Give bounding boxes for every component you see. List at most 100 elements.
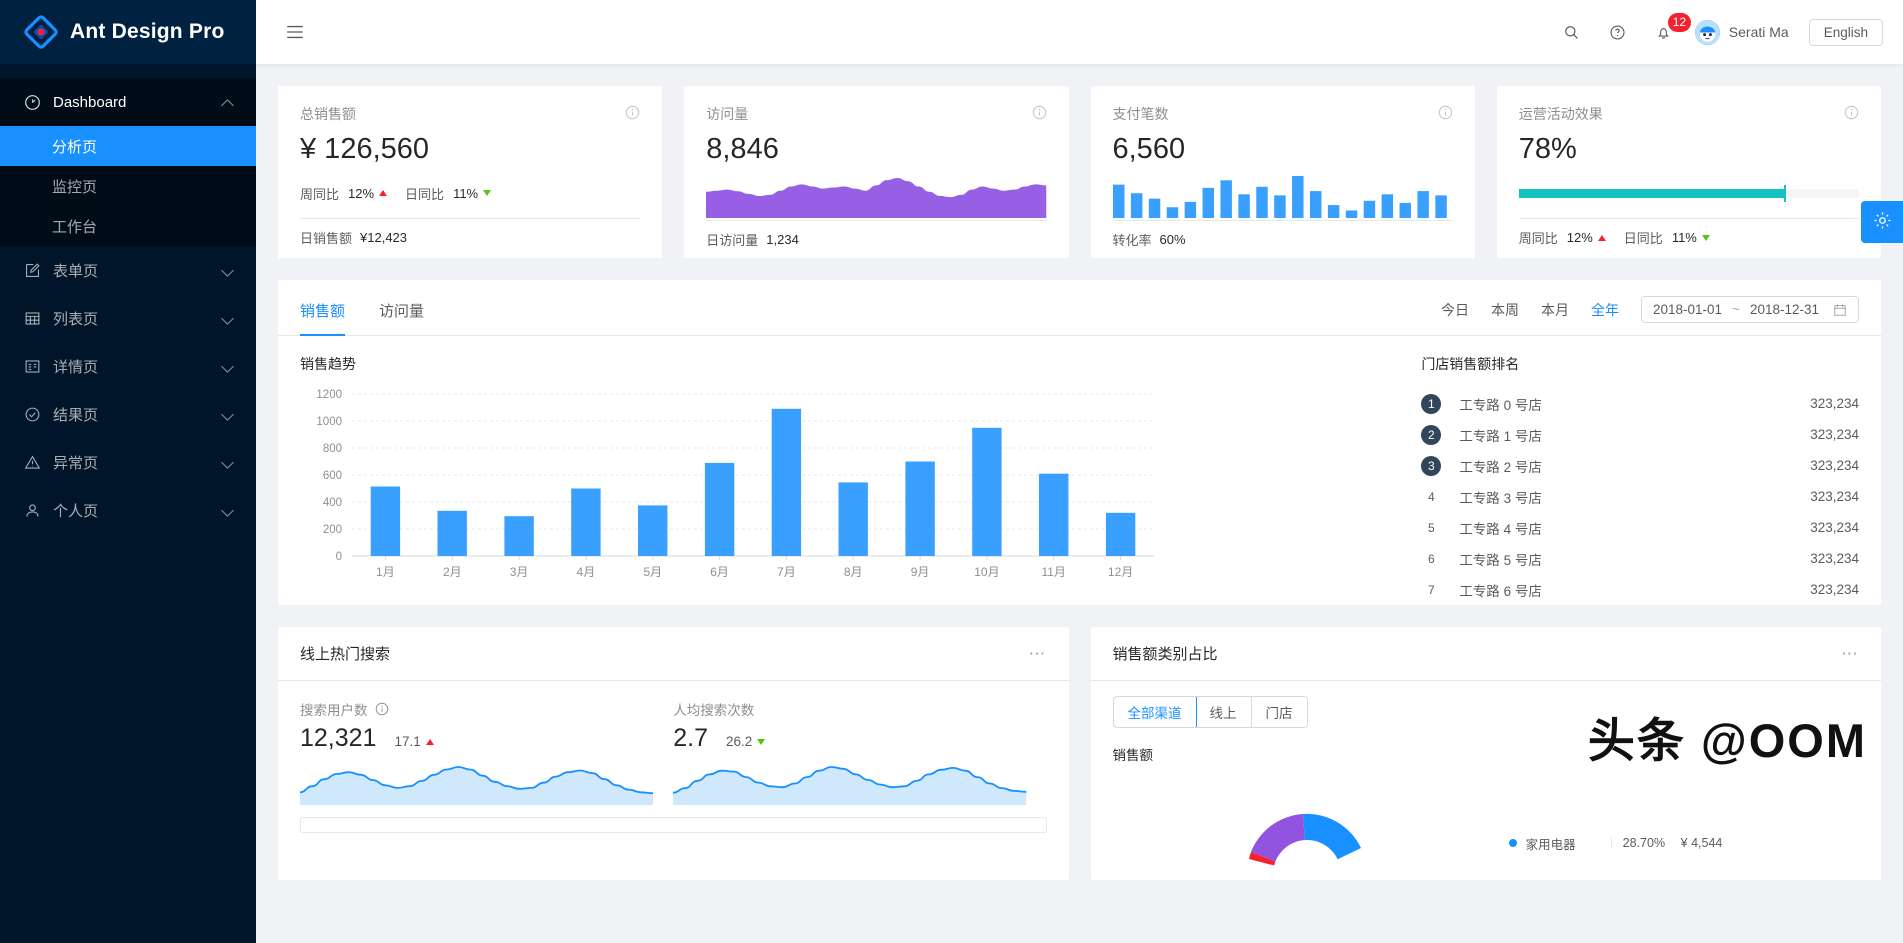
table-row[interactable]: 7 工专路 6 号店 323,234	[1421, 574, 1859, 605]
sales-bar-chart: 0 200 400 600 800 1000 1200 1月 2月 3月 4月 5月 6月 7月 8月 9月 1…	[300, 388, 1391, 588]
segment-store[interactable]: 门店	[1251, 697, 1307, 727]
card-title: 线上热门搜索	[300, 646, 391, 663]
top-header: 12 Serati Ma English	[256, 0, 1903, 64]
rank-badge: 2	[1421, 424, 1442, 445]
date-end: 2018-12-31	[1749, 302, 1819, 317]
store-value: 323,234	[1810, 396, 1859, 411]
language-button[interactable]: English	[1808, 18, 1883, 46]
table-row[interactable]: 3 工专路 2 号店 323,234	[1421, 450, 1859, 481]
sidebar-item-list[interactable]: 列表页	[0, 294, 256, 342]
store-name: 工专路 0 号店	[1459, 397, 1542, 413]
filter-today[interactable]: 今日	[1441, 300, 1469, 320]
store-name: 工专路 5 号店	[1459, 552, 1542, 568]
question-circle-icon[interactable]	[1595, 0, 1641, 64]
table-row[interactable]: 1 工专路 0 号店 323,234	[1421, 388, 1859, 419]
legend-divider	[1610, 837, 1612, 849]
search-users-sparkline	[300, 761, 654, 805]
bell-icon[interactable]: 12	[1641, 0, 1692, 64]
info-circle-icon[interactable]	[375, 702, 389, 716]
table-row[interactable]: 2 工专路 1 号店 323,234	[1421, 419, 1859, 450]
sidebar-item-form[interactable]: 表单页	[0, 246, 256, 294]
chevron-down-icon	[221, 456, 234, 469]
stat-footer: 转化率 60%	[1112, 220, 1453, 258]
sales-category-header: 销售额类别占比 ⋯	[1090, 627, 1881, 681]
trend-label: 周同比	[1518, 231, 1558, 246]
stat-card-header: 总销售额	[300, 104, 640, 124]
sidebar-item-exception[interactable]: 异常页	[0, 438, 256, 486]
sales-category-controls: 全部渠道 线上 门店	[1091, 681, 1882, 728]
trend-value: 11%	[1671, 230, 1697, 245]
panel-filters: 今日 本周 本月 全年 2018-01-01 ~ 2018-12-31	[1441, 296, 1859, 335]
svg-text:0: 0	[336, 551, 342, 563]
trend-weekly: 周同比 12%	[300, 184, 388, 203]
filter-week[interactable]: 本周	[1491, 300, 1519, 320]
segment-all-channels[interactable]: 全部渠道	[1113, 697, 1197, 727]
info-circle-icon[interactable]	[1438, 105, 1453, 123]
pie-sub-title: 销售额	[1112, 748, 1154, 763]
setting-icon	[1873, 211, 1892, 233]
table-row[interactable]: 6 工专路 5 号店 323,234	[1421, 543, 1859, 574]
info-circle-icon[interactable]	[625, 105, 640, 123]
tab-visits[interactable]: 访问量	[379, 300, 424, 335]
filter-year[interactable]: 全年	[1591, 300, 1619, 320]
stat-footer: 周同比 12% 日同比 11%	[1518, 218, 1859, 256]
sidebar-subitem-analysis[interactable]: 分析页	[0, 126, 256, 166]
metric-delta-value: 17.1	[394, 734, 421, 749]
date-range-picker[interactable]: 2018-01-01 ~ 2018-12-31	[1640, 296, 1859, 323]
stat-value: 6,560	[1112, 133, 1186, 165]
store-value: 323,234	[1810, 520, 1859, 535]
trend-value: 11%	[453, 185, 479, 201]
sidebar-item-account[interactable]: 个人页	[0, 486, 256, 534]
store-value: 323,234	[1810, 582, 1859, 597]
stat-value: 78%	[1518, 133, 1577, 165]
metric-label-row: 人均搜索次数	[673, 699, 1026, 719]
user-menu[interactable]: Serati Ma	[1687, 0, 1801, 64]
brand-logo[interactable]: Ant Design Pro	[0, 0, 256, 64]
ellipsis-icon[interactable]: ⋯	[1841, 644, 1859, 664]
table-row[interactable]: 4 工专路 3 号店 323,234	[1421, 481, 1859, 512]
info-circle-icon[interactable]	[1844, 105, 1859, 123]
warning-icon	[24, 454, 41, 471]
metric-delta-value: 26.2	[726, 734, 753, 749]
store-name: 工专路 4 号店	[1459, 521, 1542, 537]
segment-online[interactable]: 线上	[1195, 697, 1252, 727]
sidebar-menu: Dashboard 分析页 监控页 工作台 表单页 列表页 详情页 结果页 异常…	[0, 64, 256, 534]
svg-text:8月: 8月	[844, 565, 863, 579]
ant-design-logo-icon	[24, 15, 58, 49]
svg-text:4月: 4月	[577, 565, 596, 579]
progress-marker	[1784, 184, 1787, 202]
metric-label: 人均搜索次数	[673, 703, 755, 718]
svg-text:800: 800	[323, 443, 342, 455]
ellipsis-icon[interactable]: ⋯	[1029, 644, 1047, 664]
channel-segmented-control: 全部渠道 线上 门店	[1112, 696, 1308, 728]
sidebar-subitem-monitor[interactable]: 监控页	[0, 166, 256, 206]
sidebar: Ant Design Pro Dashboard 分析页 监控页 工作台 表单页…	[0, 0, 256, 943]
filter-month[interactable]: 本月	[1541, 300, 1569, 320]
sidebar-item-dashboard[interactable]: Dashboard	[0, 78, 256, 126]
tab-sales[interactable]: 销售额	[300, 300, 346, 336]
sidebar-item-result[interactable]: 结果页	[0, 390, 256, 438]
search-icon[interactable]	[1549, 0, 1595, 64]
rank-badge: 4	[1427, 489, 1435, 504]
hot-search-metrics: 搜索用户数 12,321 17.1 人均搜索次数 2.7 26.2	[300, 699, 1047, 805]
trend-label: 周同比	[300, 186, 340, 202]
store-value: 323,234	[1810, 489, 1859, 504]
rank-badge: 3	[1421, 455, 1442, 476]
stat-value: 8,846	[706, 133, 779, 165]
stat-trends: 周同比 12% 日同比 11%	[300, 170, 640, 216]
sidebar-subitem-label: 工作台	[52, 218, 98, 236]
store-value: 323,234	[1810, 427, 1859, 442]
panel-tabs-bar: 销售额 访问量 今日 本周 本月 全年 2018-01-01 ~ 2018-12…	[278, 280, 1881, 336]
trend-daily: 日同比 11%	[1624, 228, 1710, 247]
sidebar-item-profile[interactable]: 详情页	[0, 342, 256, 390]
sidebar-subitem-workplace[interactable]: 工作台	[0, 206, 256, 246]
header-actions: 12 Serati Ma English	[1549, 0, 1903, 64]
hot-search-body: 搜索用户数 12,321 17.1 人均搜索次数 2.7 26.2	[278, 681, 1069, 851]
svg-text:1200: 1200	[316, 389, 342, 401]
menu-fold-icon[interactable]	[278, 15, 312, 49]
table-row[interactable]: 5 工专路 4 号店 323,234	[1421, 512, 1859, 543]
info-circle-icon[interactable]	[1032, 105, 1047, 123]
trend-label: 日同比	[405, 186, 445, 202]
settings-drawer-button[interactable]	[1861, 201, 1903, 243]
svg-text:12月: 12月	[1108, 565, 1133, 579]
